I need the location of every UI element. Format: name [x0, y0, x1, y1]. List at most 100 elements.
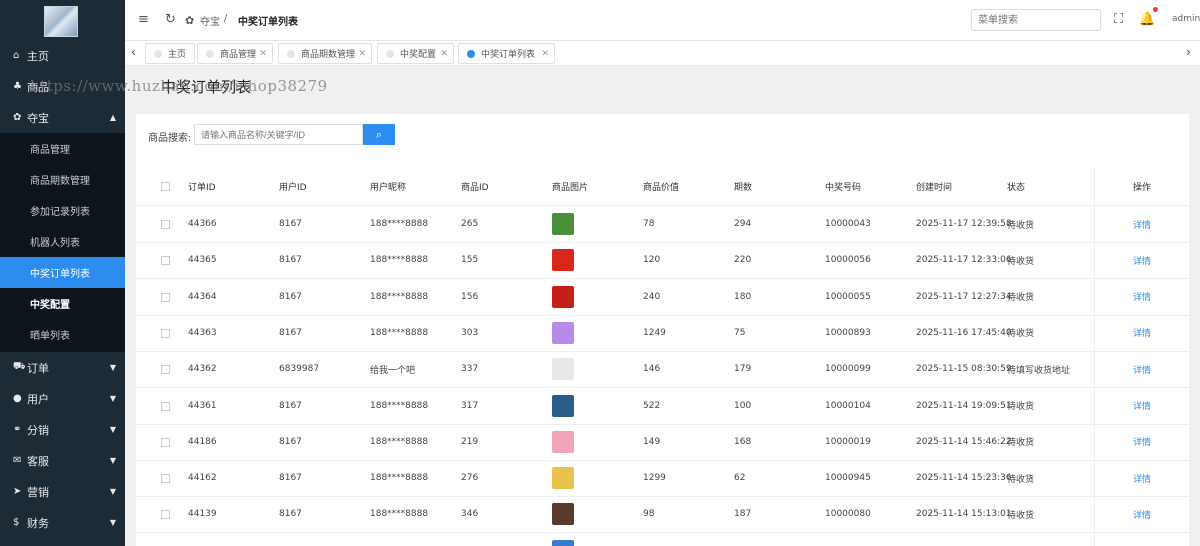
detail-link[interactable]: 详情	[1094, 242, 1189, 279]
breadcrumb-root[interactable]: 夺宝	[200, 13, 220, 28]
sidebar-sub-robot-list[interactable]: 机器人列表	[0, 226, 125, 257]
cell-status: 待收货	[1007, 438, 1035, 449]
table-header: 订单ID 用户ID 用户昵称 商品ID 商品图片 商品价值 期数 中奖号码 创建…	[136, 168, 1189, 206]
table-row: 44366 8167 188****8888 265 78 294 10000043 2025…	[136, 206, 1189, 243]
cell-order-id: 44361	[188, 400, 217, 411]
tab-win-orders[interactable]: 中奖订单列表 ✕	[458, 43, 555, 64]
tab-win-config[interactable]: 中奖配置 ✕	[377, 43, 454, 64]
cell-status: 待收货	[1007, 402, 1035, 412]
menu-search-input[interactable]	[971, 9, 1101, 31]
sidebar-sub-period-manage[interactable]: 商品期数管理	[0, 164, 125, 195]
close-icon[interactable]: ✕	[440, 49, 448, 59]
goods-search-input[interactable]	[194, 124, 363, 145]
detail-link[interactable]: 详情	[1094, 206, 1189, 242]
goods-thumbnail[interactable]	[552, 467, 574, 490]
row-checkbox[interactable]	[161, 292, 170, 302]
row-checkbox[interactable]	[161, 474, 170, 484]
chevron-up-icon: ▲	[109, 113, 117, 122]
sidebar-item-marketing[interactable]: ➤ 营销 ▼	[0, 476, 125, 507]
cell-created-time: 2025-11-15 08:30:59	[916, 364, 1012, 375]
cell-win-number: 10000055	[825, 291, 871, 302]
sidebar-sub-goods-manage[interactable]: 商品管理	[0, 133, 125, 164]
goods-thumbnail[interactable]	[552, 285, 574, 308]
cell-order-id: 44139	[188, 509, 217, 520]
user-name[interactable]: admin	[1172, 14, 1200, 24]
goods-thumbnail[interactable]	[552, 503, 574, 526]
col-action: 操作	[1094, 168, 1189, 205]
row-checkbox[interactable]	[161, 256, 170, 266]
cell-order-id: 44364	[188, 291, 217, 302]
table-row: 44363 8167 188****8888 303 1249 75 10000893 202…	[136, 314, 1189, 352]
sidebar-item-treasure[interactable]: ✿ 夺宝 ▲	[0, 102, 125, 133]
row-checkbox[interactable]	[161, 328, 170, 338]
bell-icon[interactable]: 🔔	[1139, 12, 1155, 27]
col-period: 期数	[734, 183, 753, 193]
row-checkbox[interactable]	[161, 220, 170, 229]
detail-link[interactable]: 详情	[1094, 314, 1189, 351]
sidebar-item-orders[interactable]: ⛟ 订单 ▼	[0, 352, 125, 383]
row-checkbox[interactable]	[161, 437, 170, 447]
close-icon[interactable]: ✕	[259, 49, 267, 59]
cell-price: 1299	[643, 473, 666, 484]
detail-link[interactable]	[1094, 532, 1189, 546]
sidebar-item-distribution[interactable]: ⚭ 分销 ▼	[0, 414, 125, 445]
cell-goods-id: 156	[461, 291, 479, 302]
col-order-id: 订单ID	[188, 183, 216, 193]
sidebar-sub-win-orders[interactable]: 中奖订单列表	[0, 257, 125, 288]
tab-scroll-right-icon[interactable]: ›	[1186, 45, 1191, 59]
select-all-checkbox[interactable]	[161, 182, 170, 191]
tab-home[interactable]: 主页	[145, 43, 195, 64]
detail-link[interactable]: 详情	[1094, 496, 1189, 533]
table-row: 44365 8167 188****8888 155 120 220 10000056 202…	[136, 242, 1189, 280]
row-checkbox[interactable]	[161, 401, 170, 411]
cell-goods-id: 337	[461, 364, 479, 375]
fullscreen-icon[interactable]: ⛶	[1114, 12, 1123, 27]
tab-period-manage[interactable]: 商品期数管理 ✕	[278, 43, 372, 64]
service-icon: ✉	[13, 455, 22, 466]
goods-thumbnail[interactable]	[552, 539, 574, 546]
search-button[interactable]: ⌕	[363, 124, 395, 145]
goods-thumbnail[interactable]	[552, 394, 574, 417]
sidebar-item-finance[interactable]: $ 财务 ▼	[0, 507, 125, 538]
cell-status: 待收货	[1007, 474, 1035, 485]
goods-thumbnail[interactable]	[552, 321, 574, 344]
cell-price: 1249	[643, 327, 666, 338]
cell-price: 149	[643, 436, 661, 447]
detail-link[interactable]: 详情	[1094, 423, 1189, 460]
detail-link[interactable]: 详情	[1094, 351, 1189, 388]
goods-thumbnail[interactable]	[552, 358, 574, 381]
notification-dot	[1153, 7, 1158, 12]
cell-goods-id: 346	[461, 509, 479, 520]
cell-price: 240	[643, 291, 661, 302]
close-icon[interactable]: ✕	[358, 49, 366, 59]
chevron-down-icon: ▼	[109, 425, 117, 434]
detail-link[interactable]: 详情	[1094, 387, 1189, 424]
detail-link[interactable]: 详情	[1094, 460, 1189, 497]
cell-goods-id: 219	[461, 436, 479, 447]
close-icon[interactable]: ✕	[541, 49, 549, 59]
goods-thumbnail[interactable]	[552, 213, 574, 235]
sidebar-item-users[interactable]: ● 用户 ▼	[0, 383, 125, 414]
cell-created-time: 2025-11-14 15:23:36	[916, 473, 1012, 484]
logo	[44, 6, 78, 37]
goods-thumbnail[interactable]	[552, 430, 574, 453]
sidebar-item-service[interactable]: ✉ 客服 ▼	[0, 445, 125, 476]
sidebar-sub-show-list[interactable]: 晒单列表	[0, 319, 125, 350]
sidebar-sub-win-config[interactable]: 中奖配置	[0, 288, 125, 319]
tab-scroll-left-icon[interactable]: ‹	[131, 45, 136, 59]
sidebar-sub-join-records[interactable]: 参加记录列表	[0, 195, 125, 226]
tab-goods-manage[interactable]: 商品管理 ✕	[197, 43, 273, 64]
sidebar-item-label: 客服	[27, 454, 49, 468]
menu-toggle-icon[interactable]: ≡	[138, 12, 149, 27]
cell-goods-id: 155	[461, 255, 479, 266]
sidebar-item-home[interactable]: ⌂ 主页	[0, 40, 125, 71]
refresh-icon[interactable]: ↻	[165, 12, 176, 27]
shop-icon: ♣	[13, 81, 22, 92]
row-checkbox[interactable]	[161, 510, 170, 520]
col-nickname: 用户昵称	[370, 183, 407, 193]
detail-link[interactable]: 详情	[1094, 278, 1189, 315]
row-checkbox[interactable]	[161, 365, 170, 375]
cell-user-id: 8167	[279, 509, 302, 520]
goods-thumbnail[interactable]	[552, 249, 574, 272]
sidebar-item-label: 分销	[27, 423, 49, 437]
